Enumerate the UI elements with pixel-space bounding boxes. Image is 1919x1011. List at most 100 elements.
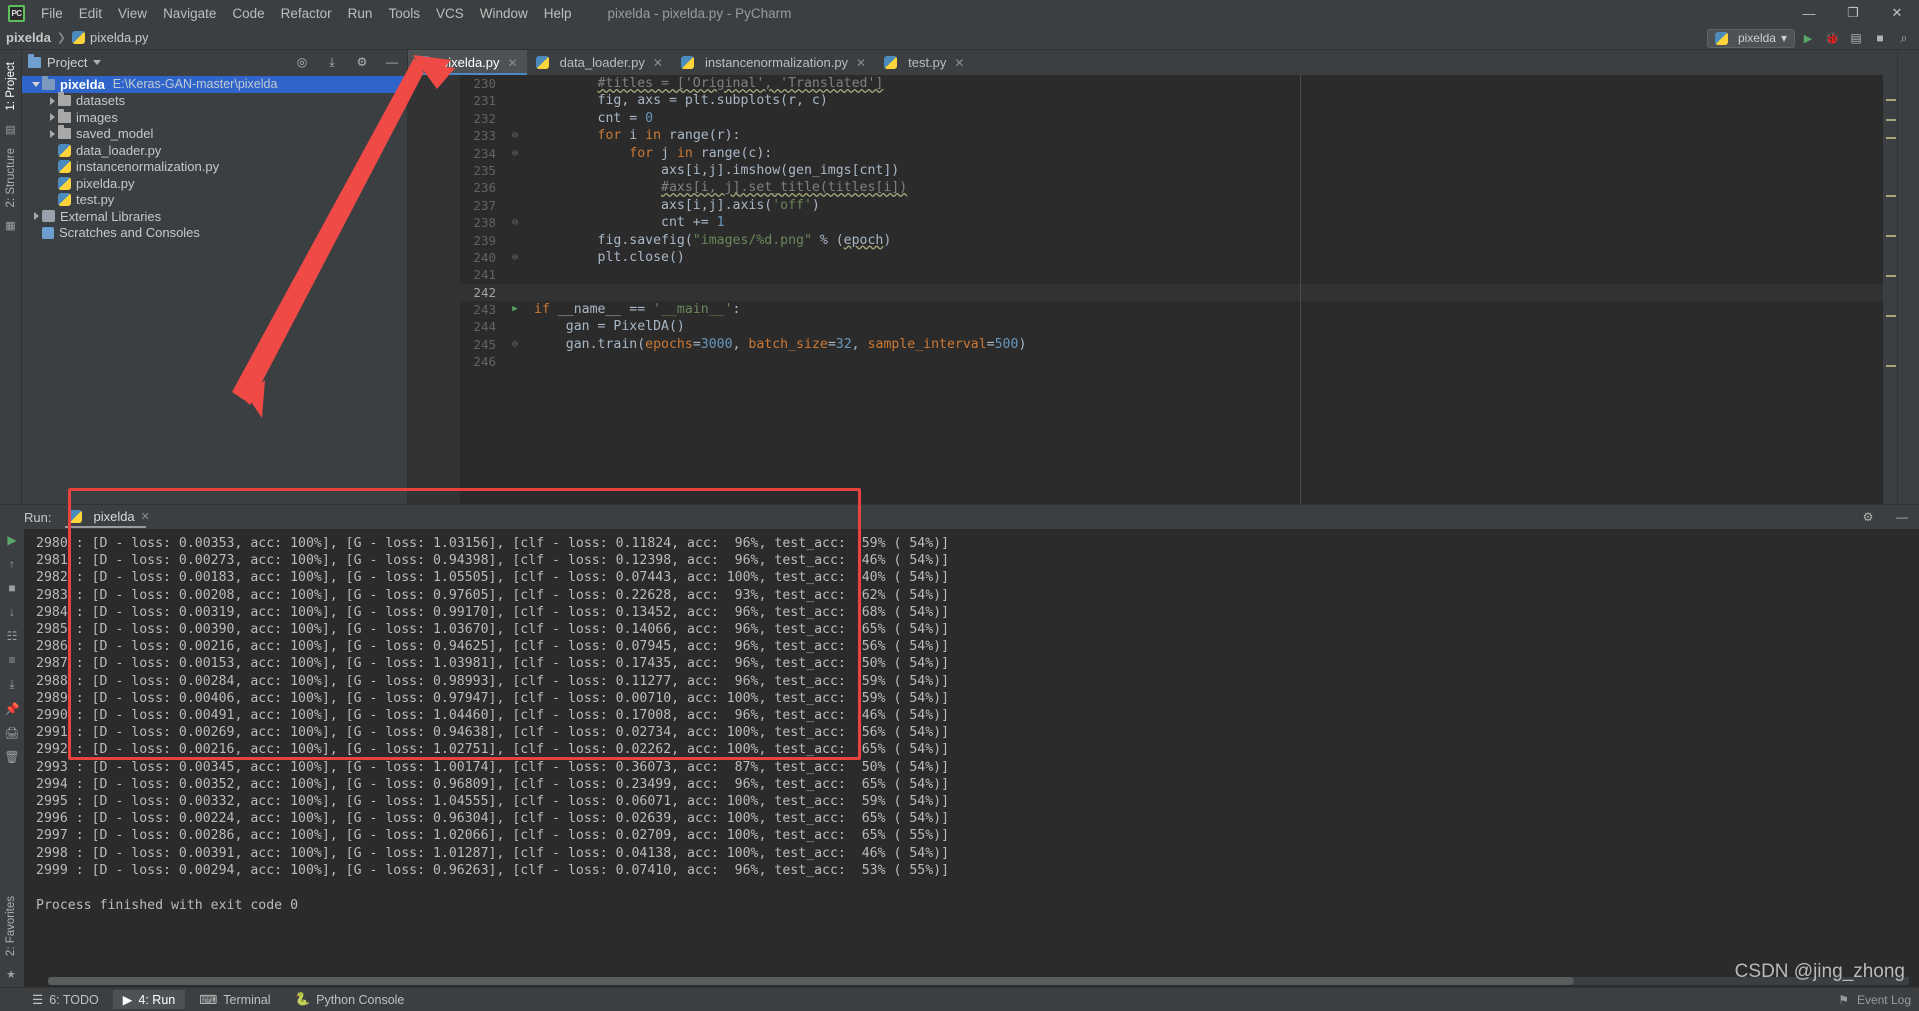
run-action-icon-1[interactable]: ↑: [9, 557, 15, 571]
close-icon[interactable]: ✕: [141, 510, 150, 523]
status-event-log[interactable]: ⚑ Event Log: [1838, 993, 1911, 1007]
run-action-icon-2[interactable]: ■: [8, 581, 15, 595]
tree-item-test-py[interactable]: test.py: [22, 192, 407, 209]
fold-icon[interactable]: ⊖: [504, 336, 526, 353]
status-run[interactable]: ▶ 4: Run: [112, 990, 186, 1009]
tree-item-scratches-and-consoles[interactable]: Scratches and Consoles: [22, 225, 407, 242]
run-action-icon-0[interactable]: ▶: [7, 533, 16, 547]
status-terminal[interactable]: ⌨ Terminal: [189, 990, 280, 1009]
debug-button[interactable]: 🐞: [1821, 28, 1843, 48]
run-gutter-icon[interactable]: ▶: [504, 301, 526, 318]
code-line[interactable]: 246: [460, 353, 1883, 370]
sidebar-item-structure[interactable]: 2: Structure: [5, 142, 17, 213]
hide-panel-icon[interactable]: —: [381, 52, 403, 72]
maximize-button[interactable]: ❐: [1831, 0, 1875, 26]
code-line[interactable]: 241: [460, 266, 1883, 283]
collapse-all-icon[interactable]: ⤓: [321, 52, 343, 72]
code-line[interactable]: 239 fig.savefig("images/%d.png" % (epoch…: [460, 232, 1883, 249]
tree-item-external-libraries[interactable]: External Libraries: [22, 208, 407, 225]
close-button[interactable]: ✕: [1875, 0, 1919, 26]
editor-tab-data_loader-py[interactable]: data_loader.py ✕: [527, 50, 672, 75]
code-line[interactable]: 238 ⊖ cnt += 1: [460, 214, 1883, 231]
run-action-icon-7[interactable]: 📌: [5, 702, 20, 716]
code-line[interactable]: 243 ▶ if __name__ == '__main__':: [460, 301, 1883, 318]
tree-item-images[interactable]: images: [22, 108, 407, 126]
code-line[interactable]: 234 ⊖ for j in range(c):: [460, 145, 1883, 162]
sidebar-item-project[interactable]: 1: Project: [5, 56, 17, 117]
menu-item-vcs[interactable]: VCS: [428, 3, 472, 24]
locate-file-icon[interactable]: ◎: [291, 52, 313, 72]
code-line[interactable]: 237 axs[i,j].axis('off'): [460, 197, 1883, 214]
close-icon[interactable]: ✕: [508, 56, 518, 70]
editor-tab-test-py[interactable]: test.py ✕: [875, 50, 973, 75]
menu-item-code[interactable]: Code: [224, 3, 272, 24]
editor-tab-instancenormalization-py[interactable]: instancenormalization.py ✕: [672, 50, 875, 75]
gear-icon[interactable]: ⚙: [1857, 507, 1879, 527]
run-action-icon-9[interactable]: 🗑: [4, 750, 19, 764]
tree-item-saved-model[interactable]: saved_model: [22, 125, 407, 143]
menu-item-refactor[interactable]: Refactor: [273, 3, 340, 24]
project-tree[interactable]: pixelda E:\Keras-GAN-master\pixelda datase…: [22, 74, 407, 504]
menu-item-navigate[interactable]: Navigate: [155, 3, 224, 24]
close-icon[interactable]: ✕: [954, 56, 964, 70]
run-button[interactable]: ▶: [1797, 28, 1819, 48]
editor-gutter[interactable]: [408, 75, 460, 504]
tree-twisty[interactable]: [30, 81, 42, 87]
tree-item-data-loader-py[interactable]: data_loader.py: [22, 142, 407, 159]
tree-item-instancenormalization-py[interactable]: instancenormalization.py: [22, 159, 407, 176]
tree-twisty[interactable]: [46, 96, 58, 105]
fold-icon[interactable]: ⊖: [504, 127, 526, 144]
code-line[interactable]: 231 fig, axs = plt.subplots(r, c): [460, 92, 1883, 109]
run-action-icon-3[interactable]: ↓: [9, 605, 15, 619]
tree-item-pixelda[interactable]: pixelda E:\Keras-GAN-master\pixelda: [22, 75, 407, 93]
breadcrumb-file[interactable]: pixelda.py: [72, 30, 149, 45]
code-line[interactable]: 242: [460, 283, 1883, 302]
run-console[interactable]: 2980 : [D - loss: 0.00353, acc: 100%], […: [24, 529, 1919, 987]
breadcrumb-project[interactable]: pixelda: [6, 30, 51, 45]
code-line[interactable]: 235 axs[i,j].imshow(gen_imgs[cnt]): [460, 162, 1883, 179]
menu-item-help[interactable]: Help: [536, 3, 580, 24]
run-action-icon-4[interactable]: ☷: [7, 629, 18, 643]
gear-icon[interactable]: ⚙: [351, 52, 373, 72]
close-icon[interactable]: ✕: [856, 56, 866, 70]
fold-icon[interactable]: ⊖: [504, 249, 526, 266]
sidebar-item-favorites[interactable]: 2: Favorites: [5, 890, 17, 962]
tree-item-datasets[interactable]: datasets: [22, 92, 407, 110]
code-line[interactable]: 236 #axs[i, j].set_title(titles[i]): [460, 179, 1883, 196]
tree-twisty[interactable]: [46, 129, 58, 138]
code-line[interactable]: 233 ⊖ for i in range(r):: [460, 127, 1883, 144]
status-todo[interactable]: ☰ 6: TODO: [22, 990, 109, 1009]
menu-item-edit[interactable]: Edit: [71, 3, 110, 24]
editor-tab-pixelda-py[interactable]: pixelda.py ✕: [408, 50, 527, 75]
code-line[interactable]: 244 gan = PixelDA(): [460, 318, 1883, 335]
code-line[interactable]: 232 cnt = 0: [460, 110, 1883, 127]
menu-item-window[interactable]: Window: [472, 3, 536, 24]
tree-twisty[interactable]: [46, 113, 58, 122]
run-action-icon-5[interactable]: ≡: [8, 653, 15, 667]
status-python-console[interactable]: 🐍 Python Console: [285, 990, 415, 1009]
stop-button[interactable]: ■: [1869, 28, 1891, 48]
menu-item-view[interactable]: View: [110, 3, 155, 24]
run-action-icon-8[interactable]: 🖨: [4, 726, 19, 740]
code-line[interactable]: 240 ⊖ plt.close(): [460, 249, 1883, 266]
editor-scrollbar[interactable]: [1883, 75, 1897, 504]
project-scope-chevron-icon[interactable]: [93, 59, 102, 65]
minimize-button[interactable]: —: [1787, 0, 1831, 26]
code-editor[interactable]: 230 #titles = ['Original', 'Translated']…: [460, 75, 1883, 504]
run-tab-pixelda[interactable]: pixelda ✕: [61, 507, 157, 528]
menu-item-run[interactable]: Run: [340, 3, 381, 24]
menu-item-file[interactable]: File: [33, 3, 71, 24]
coverage-button[interactable]: ▤: [1845, 28, 1867, 48]
menu-item-tools[interactable]: Tools: [380, 3, 428, 24]
search-icon[interactable]: ⌕: [1893, 28, 1915, 48]
tree-item-pixelda-py[interactable]: pixelda.py: [22, 175, 407, 192]
run-configuration-selector[interactable]: pixelda ▾: [1706, 28, 1795, 48]
fold-icon[interactable]: ⊖: [504, 214, 526, 231]
hide-panel-icon[interactable]: —: [1891, 507, 1913, 527]
code-line[interactable]: 245 ⊖ gan.train(epochs=3000, batch_size=3…: [460, 336, 1883, 353]
console-horizontal-scrollbar[interactable]: [48, 977, 1909, 985]
fold-icon[interactable]: ⊖: [504, 145, 526, 162]
code-line[interactable]: 230 #titles = ['Original', 'Translated']: [460, 75, 1883, 92]
close-icon[interactable]: ✕: [653, 56, 663, 70]
run-action-icon-6[interactable]: ⤓: [9, 677, 14, 692]
